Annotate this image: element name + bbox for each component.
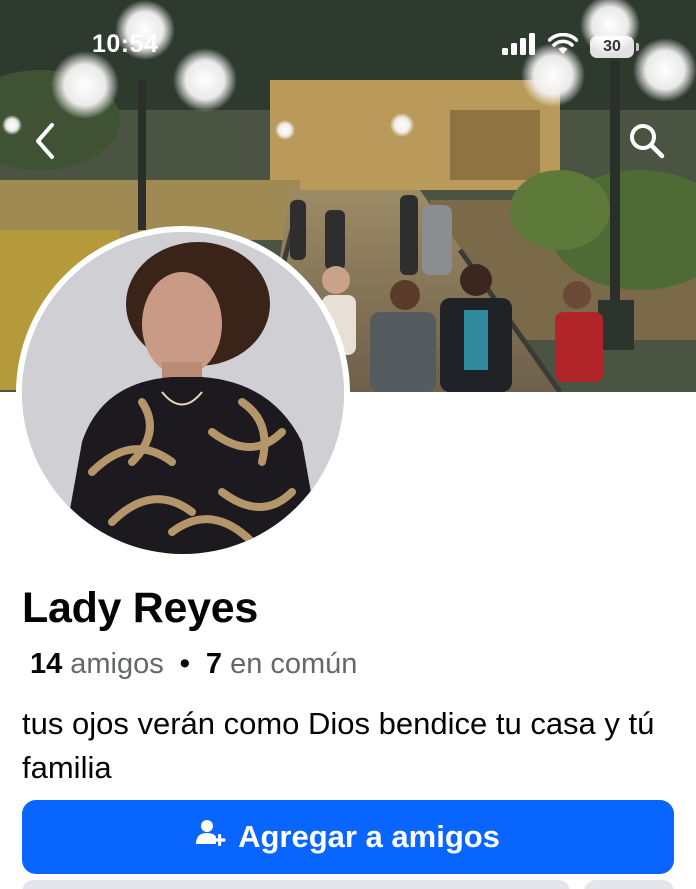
- wifi-icon: [547, 32, 579, 60]
- message-button[interactable]: [22, 880, 570, 889]
- secondary-actions: [22, 880, 674, 889]
- add-friend-label: Agregar a amigos: [238, 819, 500, 854]
- profile-bio: tus ojos verán como Dios bendice tu casa…: [22, 706, 655, 785]
- friends-count: 14: [30, 648, 63, 680]
- friends-label: amigos: [70, 648, 164, 680]
- add-friend-button[interactable]: Agregar a amigos: [22, 800, 674, 874]
- search-icon: [628, 122, 666, 165]
- separator-dot: •: [179, 648, 190, 680]
- avatar-photo: [22, 232, 344, 554]
- chevron-left-icon: [34, 122, 56, 165]
- battery-level: 30: [603, 37, 621, 55]
- profile-screen: 10:54 30 Lady Reyes 14 amigos • 7 en com…: [0, 0, 696, 889]
- more-button[interactable]: [584, 880, 674, 889]
- signal-icon: [502, 33, 536, 60]
- back-button[interactable]: [22, 120, 68, 166]
- status-icons: 30: [502, 32, 639, 60]
- add-person-icon: [196, 818, 226, 856]
- profile-avatar[interactable]: [16, 226, 350, 560]
- profile-name: Lady Reyes: [22, 584, 259, 632]
- status-time: 10:54: [92, 30, 159, 58]
- friends-summary[interactable]: 14 amigos • 7 en común: [30, 648, 357, 681]
- search-button[interactable]: [624, 120, 670, 166]
- battery-icon: 30: [590, 35, 639, 58]
- mutual-label: en común: [230, 648, 358, 680]
- mutual-count: 7: [205, 648, 223, 680]
